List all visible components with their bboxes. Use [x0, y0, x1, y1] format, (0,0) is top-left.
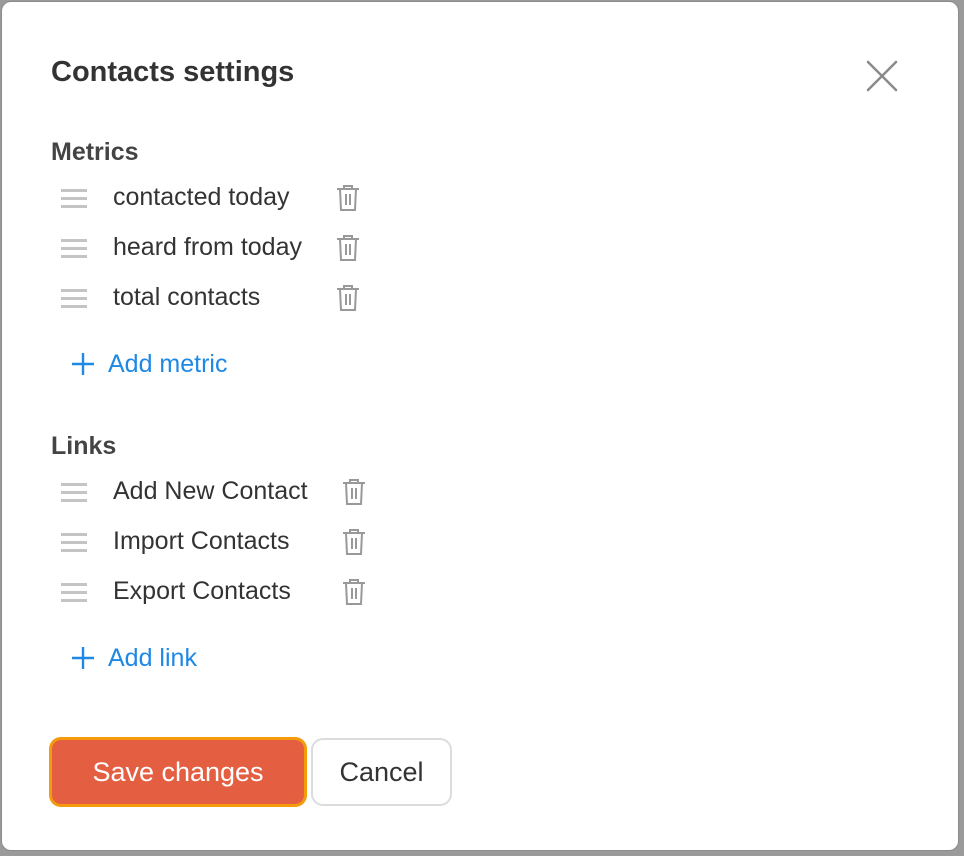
link-label: Import Contacts: [113, 527, 290, 555]
add-link-label: Add link: [108, 643, 197, 672]
plus-icon: [72, 647, 94, 669]
link-label: Add New Contact: [113, 477, 308, 505]
links-heading: Links: [51, 432, 117, 460]
contacts-settings-dialog: Contacts settings Metrics contacted toda…: [1, 1, 959, 851]
add-metric-button[interactable]: Add metric: [70, 347, 227, 381]
metric-label: heard from today: [113, 233, 302, 261]
trash-icon[interactable]: [340, 577, 368, 607]
cancel-button[interactable]: Cancel: [311, 738, 452, 806]
drag-handle-icon[interactable]: [58, 580, 90, 604]
trash-icon[interactable]: [334, 183, 362, 213]
metric-label: contacted today: [113, 183, 290, 211]
trash-icon[interactable]: [334, 283, 362, 313]
close-icon: [866, 60, 898, 92]
trash-icon[interactable]: [334, 233, 362, 263]
drag-handle-icon[interactable]: [58, 530, 90, 554]
drag-handle-icon[interactable]: [58, 286, 90, 310]
trash-icon[interactable]: [340, 527, 368, 557]
drag-handle-icon[interactable]: [58, 480, 90, 504]
metric-label: total contacts: [113, 283, 261, 311]
drag-handle-icon[interactable]: [58, 236, 90, 260]
link-label: Export Contacts: [113, 577, 291, 605]
plus-icon: [72, 353, 94, 375]
close-button[interactable]: [862, 57, 900, 95]
trash-icon[interactable]: [340, 477, 368, 507]
add-link-button[interactable]: Add link: [70, 641, 197, 675]
dialog-title: Contacts settings: [51, 56, 295, 88]
drag-handle-icon[interactable]: [58, 186, 90, 210]
save-changes-button[interactable]: Save changes: [49, 737, 307, 807]
add-metric-label: Add metric: [108, 349, 228, 378]
metrics-heading: Metrics: [51, 138, 139, 166]
